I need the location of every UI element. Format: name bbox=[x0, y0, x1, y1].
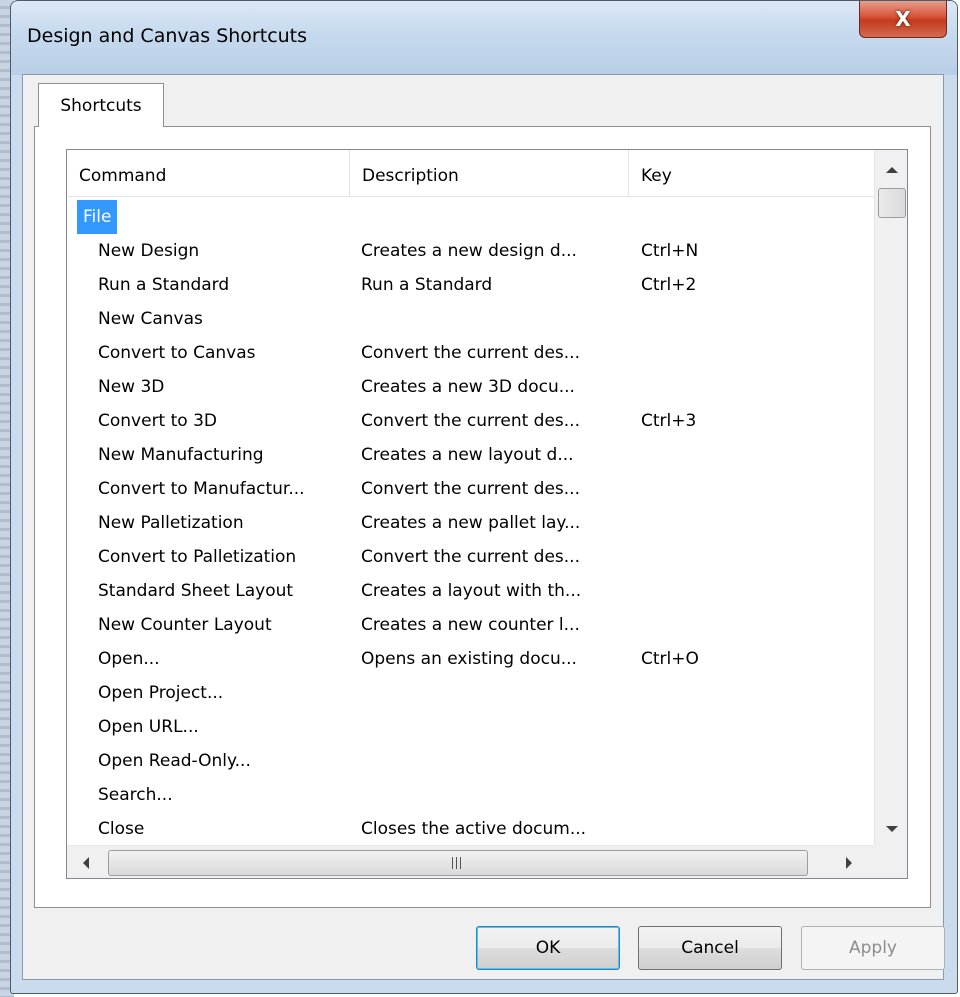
column-header-command[interactable]: Command bbox=[67, 150, 349, 196]
table-row[interactable]: Open... Opens an existing docu... Ctrl+O bbox=[67, 642, 874, 676]
cell-description: Run a Standard bbox=[361, 275, 493, 295]
cell-command: New Manufacturing bbox=[98, 445, 264, 465]
category-row-file[interactable]: File bbox=[67, 200, 874, 234]
list-rows: File New Design Creates a new design d...… bbox=[67, 200, 874, 846]
apply-button[interactable]: Apply bbox=[801, 926, 945, 970]
cell-command: Open... bbox=[98, 649, 160, 669]
table-row[interactable]: Search... bbox=[67, 778, 874, 812]
cell-description: Creates a new layout d... bbox=[361, 445, 574, 465]
cell-command: Convert to 3D bbox=[98, 411, 217, 431]
cell-command: New Counter Layout bbox=[98, 615, 272, 635]
cell-command: Convert to Canvas bbox=[98, 343, 256, 363]
vertical-scroll-thumb[interactable] bbox=[878, 188, 906, 218]
close-icon: X bbox=[895, 6, 911, 31]
cell-command: New Canvas bbox=[98, 309, 203, 329]
cell-command: New 3D bbox=[98, 377, 165, 397]
table-row[interactable]: New Palletization Creates a new pallet la… bbox=[67, 506, 874, 540]
cell-command: Open URL... bbox=[98, 717, 199, 737]
column-header-description[interactable]: Description bbox=[350, 150, 628, 196]
shortcuts-list[interactable]: Command Description Key File New Design C… bbox=[66, 149, 908, 879]
table-row[interactable]: Open URL... bbox=[67, 710, 874, 744]
table-row[interactable]: Open Read-Only... bbox=[67, 744, 874, 778]
cell-description: Closes the active docum... bbox=[361, 819, 587, 839]
table-row[interactable]: New Counter Layout Creates a new counter … bbox=[67, 608, 874, 642]
cell-key: Ctrl+N bbox=[641, 241, 699, 261]
table-row[interactable]: New Canvas bbox=[67, 302, 874, 336]
tab-shortcuts-label: Shortcuts bbox=[60, 95, 142, 116]
window-title: Design and Canvas Shortcuts bbox=[27, 25, 308, 47]
cell-description: Creates a new design d... bbox=[361, 241, 577, 261]
table-row[interactable]: Convert to Canvas Convert the current des… bbox=[67, 336, 874, 370]
cell-description: Creates a layout with th... bbox=[361, 581, 582, 601]
table-row[interactable]: New 3D Creates a new 3D docu... bbox=[67, 370, 874, 404]
table-row[interactable]: New Manufacturing Creates a new layout d.… bbox=[67, 438, 874, 472]
table-row[interactable]: Standard Sheet Layout Creates a layout wi… bbox=[67, 574, 874, 608]
ok-button[interactable]: OK bbox=[476, 926, 620, 970]
list-header: Command Description Key bbox=[67, 150, 874, 197]
row-container: New Design Creates a new design d... Ctrl+… bbox=[67, 234, 874, 846]
horizontal-scrollbar[interactable] bbox=[67, 845, 874, 878]
cell-command: New Palletization bbox=[98, 513, 244, 533]
cell-command: Run a Standard bbox=[98, 275, 230, 295]
cell-command: Standard Sheet Layout bbox=[98, 581, 294, 601]
cell-description: Convert the current des... bbox=[361, 479, 580, 499]
cell-command: Open Read-Only... bbox=[98, 751, 251, 771]
vertical-scrollbar[interactable] bbox=[874, 150, 907, 846]
scroll-down-icon[interactable] bbox=[886, 826, 898, 832]
close-button[interactable]: X bbox=[859, 1, 947, 38]
cell-key: Ctrl+3 bbox=[641, 411, 697, 431]
cell-description: Creates a new counter l... bbox=[361, 615, 580, 635]
table-row[interactable]: Convert to Manufactur... Convert the curr… bbox=[67, 472, 874, 506]
scroll-left-icon[interactable] bbox=[83, 857, 89, 869]
table-row[interactable]: New Design Creates a new design d... Ctrl+… bbox=[67, 234, 874, 268]
cell-command: Search... bbox=[98, 785, 173, 805]
table-row[interactable]: Run a Standard Run a Standard Ctrl+2 bbox=[67, 268, 874, 302]
column-header-key[interactable]: Key bbox=[629, 150, 874, 196]
cell-command: Open Project... bbox=[98, 683, 224, 703]
table-row[interactable]: Open Project... bbox=[67, 676, 874, 710]
table-row[interactable]: Close Closes the active docum... bbox=[67, 812, 874, 846]
horizontal-scroll-thumb[interactable] bbox=[108, 850, 808, 876]
cell-description: Convert the current des... bbox=[361, 411, 580, 431]
cell-description: Convert the current des... bbox=[361, 547, 580, 567]
cell-description: Opens an existing docu... bbox=[361, 649, 577, 669]
grip-icon bbox=[452, 857, 464, 869]
tab-shortcuts[interactable]: Shortcuts bbox=[38, 83, 164, 127]
cell-key: Ctrl+O bbox=[641, 649, 699, 669]
cell-command: New Design bbox=[98, 241, 200, 261]
cell-command: Convert to Manufactur... bbox=[98, 479, 305, 499]
cell-description: Creates a new 3D docu... bbox=[361, 377, 575, 397]
cell-description: Convert the current des... bbox=[361, 343, 580, 363]
cell-command: Convert to Palletization bbox=[98, 547, 297, 567]
cell-key: Ctrl+2 bbox=[641, 275, 697, 295]
scroll-right-icon[interactable] bbox=[846, 857, 852, 869]
scroll-up-icon[interactable] bbox=[886, 167, 898, 173]
title-bar[interactable]: Design and Canvas Shortcuts X bbox=[11, 1, 957, 75]
table-row[interactable]: Convert to 3D Convert the current des... C… bbox=[67, 404, 874, 438]
cell-description: Creates a new pallet lay... bbox=[361, 513, 581, 533]
category-label: File bbox=[77, 200, 118, 234]
cell-command: Close bbox=[98, 819, 145, 839]
scroll-corner bbox=[874, 845, 907, 878]
cancel-button[interactable]: Cancel bbox=[638, 926, 782, 970]
table-row[interactable]: Convert to Palletization Convert the curr… bbox=[67, 540, 874, 574]
